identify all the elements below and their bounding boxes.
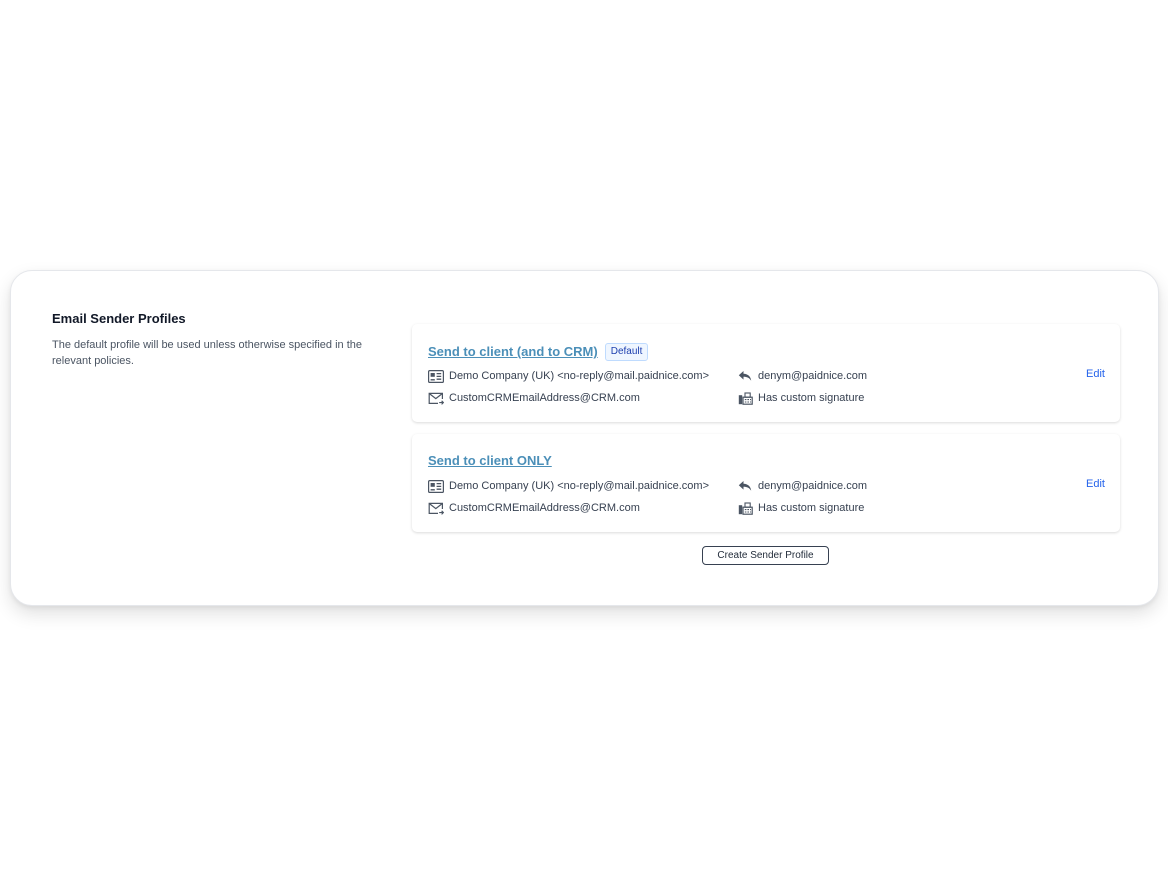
profile-card: Send to client (and to CRM) Default Demo… [412,324,1120,422]
reply-icon [737,479,753,493]
edit-profile-link[interactable]: Edit [1086,477,1105,491]
signature-status: Has custom signature [758,502,865,514]
bcc-address: CustomCRMEmailAddress@CRM.com [449,502,640,514]
fax-icon [737,391,753,405]
from-address: Demo Company (UK) <no-reply@mail.paidnic… [449,370,709,382]
profile-name-link[interactable]: Send to client ONLY [428,453,552,469]
from-cell: Demo Company (UK) <no-reply@mail.paidnic… [428,479,737,493]
reply-to-address: denym@paidnice.com [758,370,867,382]
mail-forward-icon [428,391,444,405]
bcc-address: CustomCRMEmailAddress@CRM.com [449,392,640,404]
profile-row-from: Demo Company (UK) <no-reply@mail.paidnic… [428,369,867,383]
profile-name-link[interactable]: Send to client (and to CRM) [428,344,598,360]
profile-title-row: Send to client (and to CRM) Default [428,343,649,361]
section-title: Email Sender Profiles [52,311,186,326]
section-intro: Email Sender Profiles The default profil… [52,311,402,369]
from-address: Demo Company (UK) <no-reply@mail.paidnic… [449,480,709,492]
default-badge: Default [604,343,649,361]
profile-card: Send to client ONLY Demo Company (UK) <n… [412,434,1120,532]
profile-row-from: Demo Company (UK) <no-reply@mail.paidnic… [428,479,867,493]
email-sender-profiles-panel: Email Sender Profiles The default profil… [10,270,1159,606]
section-description: The default profile will be used unless … [52,339,363,367]
reply-to-address: denym@paidnice.com [758,480,867,492]
profile-title-row: Send to client ONLY [428,453,552,469]
reply-icon [737,369,753,383]
bcc-cell: CustomCRMEmailAddress@CRM.com [428,391,737,405]
contact-card-icon [428,369,444,383]
reply-to-cell: denym@paidnice.com [737,479,867,493]
edit-profile-link[interactable]: Edit [1086,367,1105,381]
signature-status: Has custom signature [758,392,865,404]
profile-row-bcc: CustomCRMEmailAddress@CRM.com Has custom… [428,501,864,515]
create-sender-profile-button[interactable]: Create Sender Profile [702,546,829,565]
reply-to-cell: denym@paidnice.com [737,369,867,383]
profile-list: Send to client (and to CRM) Default Demo… [412,324,1120,565]
signature-cell: Has custom signature [737,391,864,405]
signature-cell: Has custom signature [737,501,864,515]
contact-card-icon [428,479,444,493]
profile-row-bcc: CustomCRMEmailAddress@CRM.com Has custom… [428,391,864,405]
mail-forward-icon [428,501,444,515]
from-cell: Demo Company (UK) <no-reply@mail.paidnic… [428,369,737,383]
bcc-cell: CustomCRMEmailAddress@CRM.com [428,501,737,515]
fax-icon [737,501,753,515]
